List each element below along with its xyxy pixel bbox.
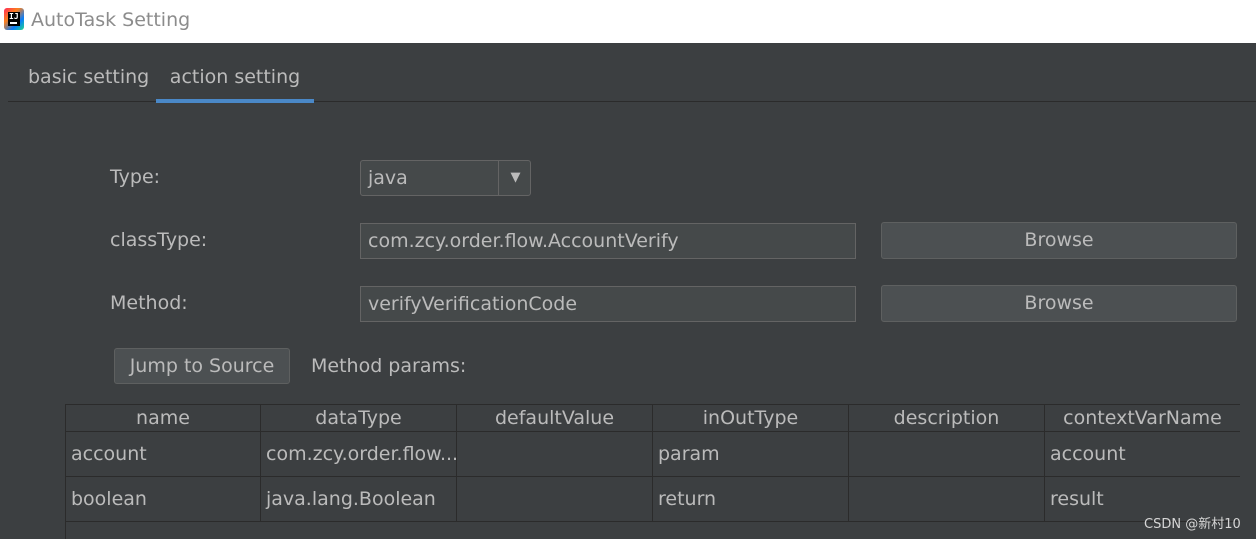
- classtype-browse-button[interactable]: Browse: [881, 222, 1237, 259]
- table-cell[interactable]: java.lang.Boolean: [261, 477, 457, 521]
- classtype-input[interactable]: [361, 224, 855, 258]
- table-header: name dataType defaultValue inOutType des…: [66, 404, 1240, 432]
- table-cell[interactable]: return: [653, 477, 849, 521]
- title-bar: IJ AutoTask Setting: [0, 0, 1256, 43]
- jump-to-source-button[interactable]: Jump to Source: [114, 348, 290, 384]
- table-row[interactable]: account com.zcy.order.flow.... param acc…: [66, 432, 1240, 477]
- tab-basic-setting[interactable]: basic setting: [28, 54, 149, 102]
- column-header-description[interactable]: description: [849, 405, 1045, 432]
- column-header-name[interactable]: name: [66, 405, 261, 432]
- column-header-inouttype[interactable]: inOutType: [653, 405, 849, 432]
- column-header-contextvarname[interactable]: contextVarName: [1045, 405, 1240, 432]
- watermark: CSDN @新村10: [1144, 517, 1241, 532]
- column-header-datatype[interactable]: dataType: [261, 405, 457, 432]
- chevron-down-icon[interactable]: ▼: [501, 161, 530, 195]
- classtype-label: classType:: [110, 229, 208, 251]
- table-cell[interactable]: [457, 477, 653, 521]
- method-field-container: [360, 286, 856, 322]
- column-header-defaultvalue[interactable]: defaultValue: [457, 405, 653, 432]
- table-cell[interactable]: account: [66, 432, 261, 476]
- tab-action-setting[interactable]: action setting: [156, 54, 314, 102]
- table-cell[interactable]: account: [1045, 432, 1240, 476]
- method-browse-button[interactable]: Browse: [881, 285, 1237, 322]
- method-params-label: Method params:: [311, 355, 467, 377]
- table-row[interactable]: boolean java.lang.Boolean return result: [66, 477, 1240, 522]
- method-input[interactable]: [361, 287, 855, 321]
- window-title: AutoTask Setting: [31, 9, 191, 31]
- table-cell[interactable]: com.zcy.order.flow....: [261, 432, 457, 476]
- type-label: Type:: [110, 166, 161, 188]
- tab-bar: basic setting action setting: [8, 54, 1256, 103]
- method-label: Method:: [110, 292, 188, 314]
- intellij-app-icon: IJ: [4, 8, 24, 30]
- method-params-table: name dataType defaultValue inOutType des…: [65, 404, 1240, 539]
- table-cell[interactable]: [849, 432, 1045, 476]
- active-tab-indicator: [156, 99, 314, 103]
- type-combobox[interactable]: java ▼: [360, 160, 531, 196]
- table-cell[interactable]: boolean: [66, 477, 261, 521]
- table-cell[interactable]: [849, 477, 1045, 521]
- classtype-field-container: [360, 223, 856, 259]
- table-cell[interactable]: [457, 432, 653, 476]
- type-combobox-value: java: [368, 167, 408, 189]
- table-cell[interactable]: param: [653, 432, 849, 476]
